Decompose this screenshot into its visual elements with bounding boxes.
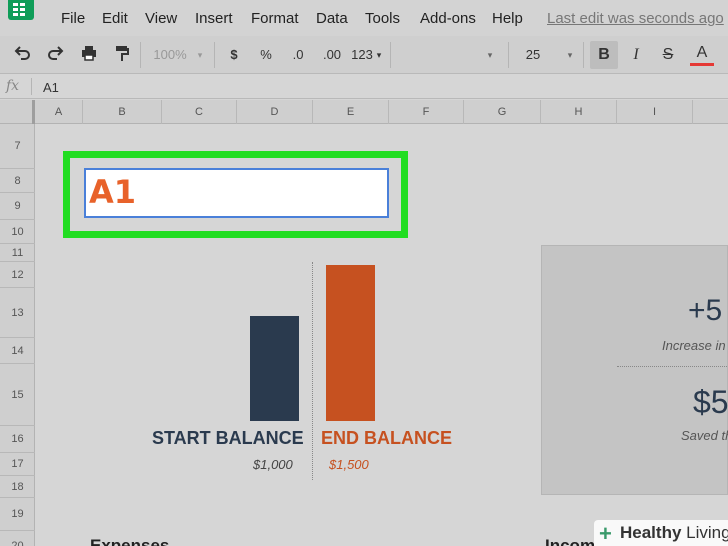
row-header[interactable]: 8	[0, 169, 35, 193]
font-size-chevron-down-icon[interactable]: ▾	[564, 44, 576, 66]
expenses-heading: Expenses	[90, 536, 170, 546]
font-size-select[interactable]: 25	[518, 44, 548, 66]
column-header-partial[interactable]	[693, 100, 728, 124]
zoom-select[interactable]: 100%	[150, 44, 190, 66]
watermark-badge: + Healthy Living	[594, 520, 728, 546]
zoom-chevron-down-icon[interactable]: ▾	[194, 44, 206, 66]
watermark-brand-light: Living	[686, 523, 728, 542]
fx-label: fx	[6, 78, 20, 94]
sheets-logo-icon[interactable]	[8, 0, 34, 20]
summary-card: +5 Increase in $5 Saved th	[541, 245, 728, 495]
toolbar-divider	[390, 42, 391, 68]
card-divider	[617, 366, 728, 367]
formula-bar-divider	[31, 78, 32, 95]
menu-tools[interactable]: Tools	[365, 10, 400, 27]
saved-caption: Saved th	[681, 428, 728, 443]
italic-button[interactable]: I	[626, 44, 646, 66]
row-header[interactable]: 20	[0, 531, 35, 546]
menu-view[interactable]: View	[145, 10, 177, 27]
currency-format-button[interactable]: $	[224, 44, 244, 66]
name-box-input[interactable]: A1	[84, 168, 389, 218]
row-header[interactable]: 14	[0, 338, 35, 364]
increase-amount: +5	[688, 294, 723, 327]
income-heading: Incom	[545, 536, 596, 546]
menu-file[interactable]: File	[61, 10, 85, 27]
end-balance-value: $1,500	[329, 457, 369, 472]
print-icon[interactable]	[77, 44, 101, 66]
menu-data[interactable]: Data	[316, 10, 348, 27]
watermark-brand: Healthy	[620, 523, 682, 542]
toolbar-divider	[214, 42, 215, 68]
spreadsheet-window: File Edit View Insert Format Data Tools …	[0, 0, 728, 546]
percent-format-button[interactable]: %	[255, 44, 277, 66]
row-header[interactable]: 15	[0, 364, 35, 426]
column-header[interactable]: H	[541, 100, 617, 124]
column-header[interactable]: A	[35, 100, 83, 124]
row-header[interactable]: 10	[0, 220, 35, 244]
watermark-text: Healthy Living	[620, 523, 728, 543]
font-chevron-down-icon[interactable]: ▾	[484, 44, 496, 66]
toolbar-divider	[583, 42, 584, 68]
last-edit-link[interactable]: Last edit was seconds ago	[547, 10, 724, 27]
menu-edit[interactable]: Edit	[102, 10, 128, 27]
decrease-decimals-button[interactable]: .0	[285, 44, 311, 66]
plus-cross-icon: +	[599, 521, 612, 546]
end-balance-bar	[326, 265, 375, 421]
strikethrough-button[interactable]: S	[658, 44, 678, 66]
column-header-bar: A B C D E F G H I	[0, 100, 728, 124]
column-header[interactable]: B	[83, 100, 162, 124]
row-header[interactable]: 9	[0, 193, 35, 220]
start-balance-label: START BALANCE	[152, 428, 304, 448]
column-header[interactable]: I	[617, 100, 693, 124]
formula-bar: fx A1	[0, 75, 728, 99]
column-header[interactable]: G	[464, 100, 541, 124]
select-all-corner[interactable]	[0, 100, 35, 124]
row-header[interactable]: 17	[0, 453, 35, 476]
redo-icon[interactable]	[44, 44, 68, 66]
text-color-button[interactable]: A	[690, 44, 714, 66]
start-balance-value: $1,000	[253, 457, 293, 472]
menu-format[interactable]: Format	[251, 10, 299, 27]
start-balance-bar	[250, 316, 299, 421]
row-header[interactable]: 11	[0, 244, 35, 262]
menu-help[interactable]: Help	[492, 10, 523, 27]
more-formats-button[interactable]: 123	[348, 44, 376, 66]
column-header[interactable]: C	[162, 100, 237, 124]
row-header[interactable]: 12	[0, 262, 35, 288]
row-header[interactable]: 7	[0, 124, 35, 169]
toolbar: 100% ▾ $ % .0 .00 123 ▾ ▾ 25 ▾ B I S A	[0, 36, 728, 74]
undo-icon[interactable]	[10, 44, 34, 66]
toolbar-divider	[140, 42, 141, 68]
chart-divider	[312, 262, 313, 480]
menu-bar: File Edit View Insert Format Data Tools …	[0, 0, 728, 36]
increase-decimals-button[interactable]: .00	[317, 44, 347, 66]
toolbar-divider	[508, 42, 509, 68]
bold-button[interactable]: B	[594, 44, 614, 66]
increase-caption: Increase in	[662, 338, 726, 353]
row-header[interactable]: 19	[0, 498, 35, 531]
end-balance-label: END BALANCE	[321, 428, 453, 448]
row-header[interactable]: 18	[0, 476, 35, 498]
column-header[interactable]: E	[313, 100, 389, 124]
saved-amount: $5	[693, 384, 728, 420]
row-header[interactable]: 13	[0, 288, 35, 338]
menu-insert[interactable]: Insert	[195, 10, 233, 27]
row-header[interactable]: 16	[0, 426, 35, 453]
menu-addons[interactable]: Add-ons	[420, 10, 476, 27]
more-formats-chevron-down-icon[interactable]: ▾	[374, 44, 384, 66]
row-header-bar: 7 8 9 10 11 12 13 14 15 16 17 18 19 20	[0, 124, 35, 546]
column-header[interactable]: D	[237, 100, 313, 124]
formula-input[interactable]: A1	[43, 80, 59, 95]
paint-format-icon[interactable]	[110, 44, 134, 66]
name-box-value: A1	[89, 173, 137, 211]
column-header[interactable]: F	[389, 100, 464, 124]
